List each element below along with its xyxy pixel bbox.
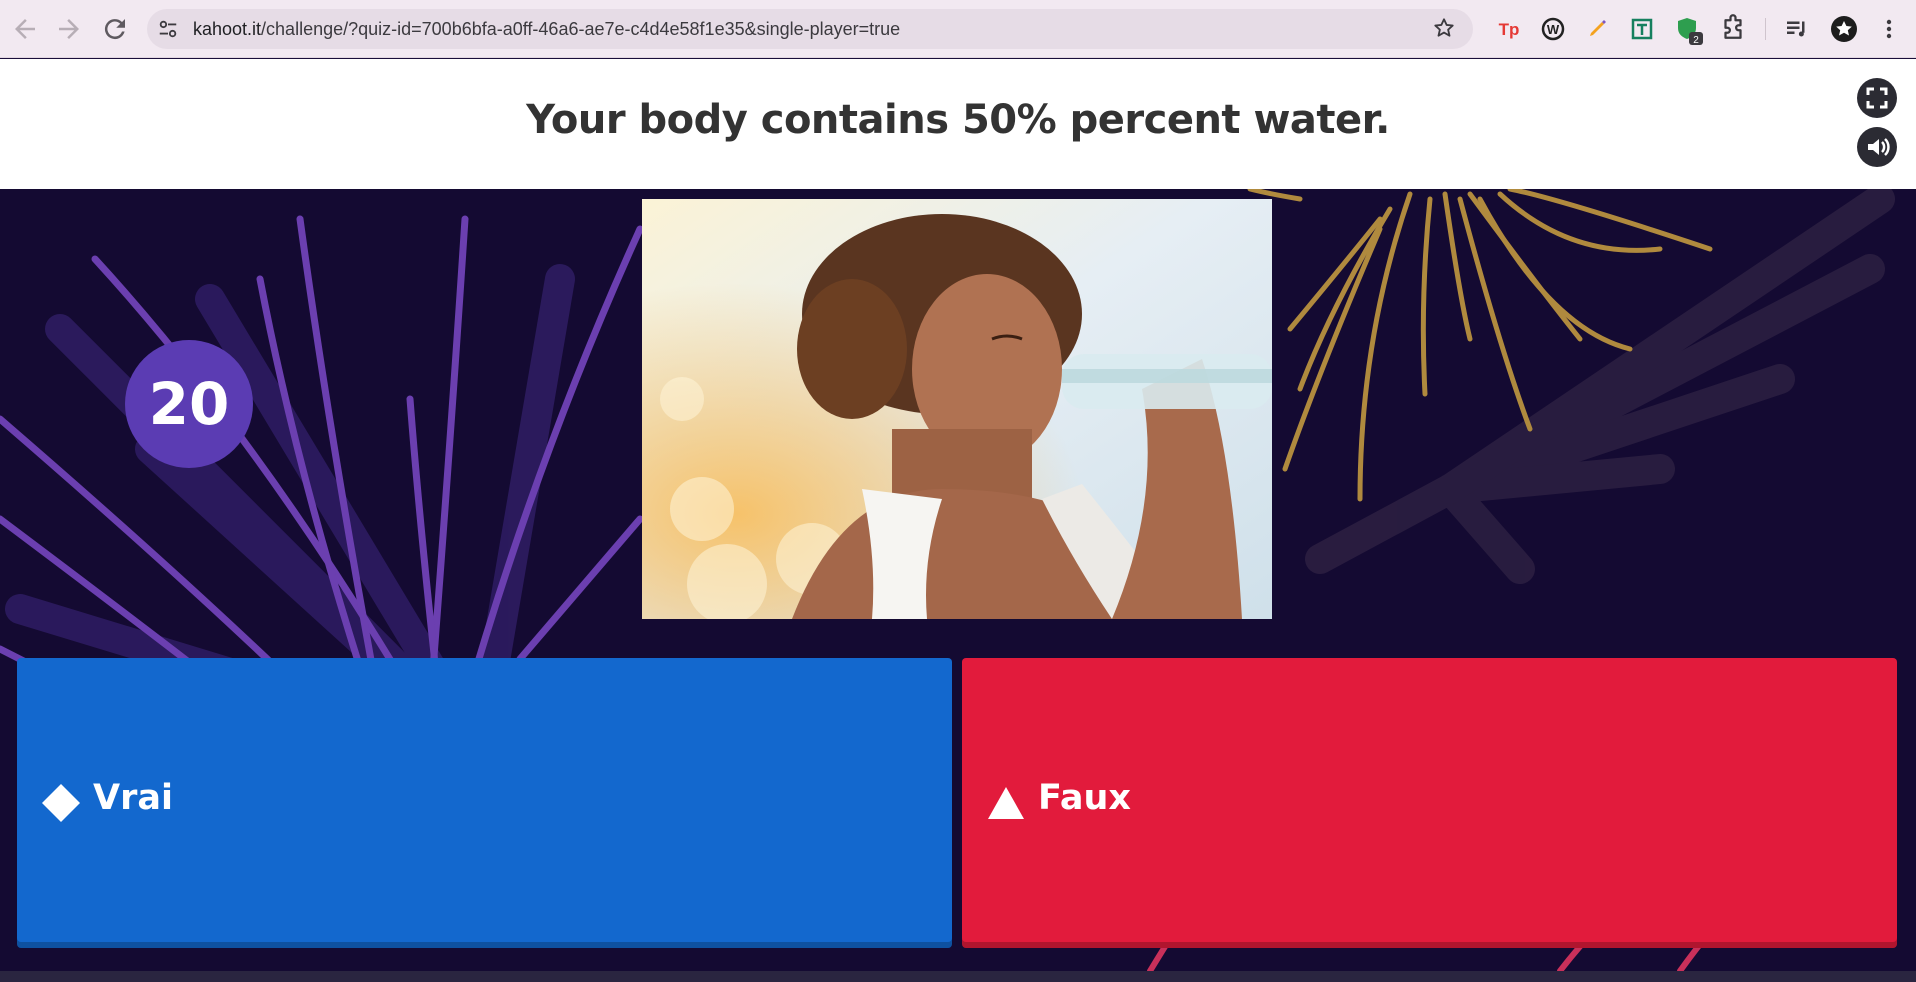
bookmark-star-icon[interactable]	[1433, 17, 1455, 45]
bottom-strip	[0, 971, 1916, 982]
more-menu-icon[interactable]	[1874, 14, 1904, 44]
forward-icon[interactable]	[54, 14, 84, 44]
toolbar-divider	[1765, 18, 1766, 40]
fullscreen-icon[interactable]	[1857, 78, 1897, 118]
extension-badge: 2	[1693, 35, 1699, 46]
extensions-puzzle-icon[interactable]	[1718, 14, 1748, 44]
svg-text:Tp: Tp	[1499, 20, 1520, 39]
back-icon[interactable]	[10, 14, 40, 44]
url-path: /challenge/?quiz-id=700b6bfa-a0ff-46a6-a…	[261, 19, 901, 39]
answer-button-faux[interactable]: Faux	[962, 658, 1897, 948]
extension-text-icon[interactable]	[1627, 14, 1657, 44]
address-bar[interactable]: kahoot.it/challenge/?quiz-id=700b6bfa-a0…	[147, 9, 1473, 49]
answer-label: Vrai	[93, 778, 173, 818]
diamond-icon	[37, 779, 85, 827]
countdown-timer: 20	[125, 340, 253, 468]
question-header: Your body contains 50% percent water.	[0, 59, 1916, 189]
extension-shield-icon[interactable]: 2	[1673, 14, 1703, 46]
extension-w-icon[interactable]: W	[1538, 14, 1568, 44]
answer-label: Faux	[1038, 778, 1131, 818]
sound-icon[interactable]	[1857, 127, 1897, 167]
url-text: kahoot.it/challenge/?quiz-id=700b6bfa-a0…	[193, 19, 900, 40]
answer-button-vrai[interactable]: Vrai	[17, 658, 952, 948]
question-title: Your body contains 50% percent water.	[526, 97, 1390, 143]
site-info-icon[interactable]	[157, 18, 179, 40]
reload-icon[interactable]	[100, 14, 130, 44]
url-host: kahoot.it	[193, 19, 262, 39]
question-image	[642, 199, 1272, 619]
browser-toolbar: kahoot.it/challenge/?quiz-id=700b6bfa-a0…	[0, 0, 1916, 58]
triangle-icon	[982, 779, 1030, 827]
extension-tp-icon[interactable]: Tp	[1494, 14, 1524, 44]
profile-avatar-icon[interactable]	[1829, 14, 1859, 44]
svg-text:W: W	[1547, 22, 1560, 37]
game-stage: 20 Vrai Faux	[0, 189, 1916, 971]
extension-pen-icon[interactable]	[1582, 14, 1612, 44]
media-queue-icon[interactable]	[1782, 14, 1812, 44]
